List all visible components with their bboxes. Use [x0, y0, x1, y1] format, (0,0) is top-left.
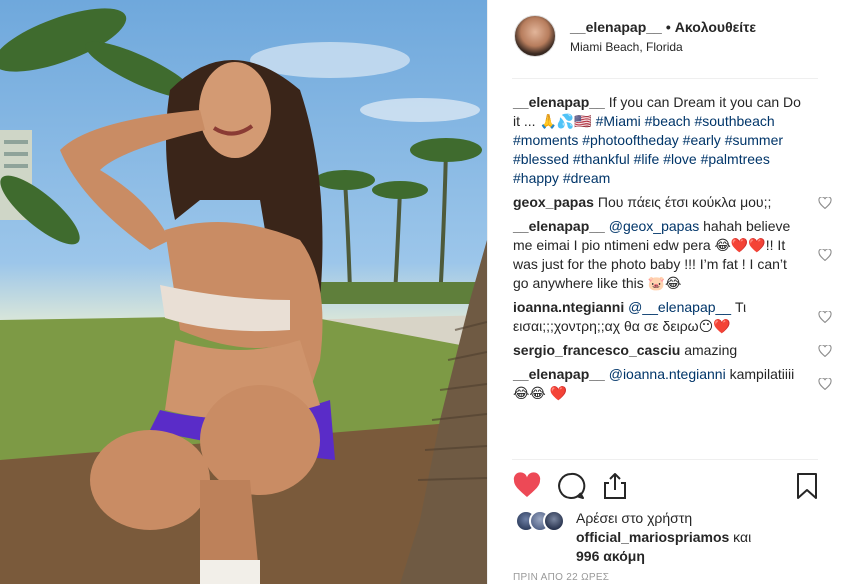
comment-like-heart-icon[interactable] [818, 196, 832, 209]
instagram-post: __elenapap__ • Ακολουθείτε Miami Beach, Fl… [0, 0, 843, 584]
comment-text: Που πάεις έτσι κούκλα μου;; [597, 194, 772, 210]
comment-text: amazing [684, 342, 738, 358]
heart-icon[interactable] [512, 471, 542, 501]
post-timestamp[interactable]: ΠΡΙΝ ΑΠΟ 22 ΩΡΕΣ [513, 572, 609, 583]
location-link[interactable]: Miami Beach, Florida [570, 40, 683, 54]
beach-photo-illustration [0, 8, 487, 584]
post-header: __elenapap__ • Ακολουθείτε Miami Beach, Fl… [512, 13, 818, 79]
comment-mention[interactable]: @__elenapap__ [628, 299, 731, 315]
avatar[interactable] [514, 15, 556, 57]
comment-icon[interactable] [556, 471, 586, 501]
comment-username[interactable]: __elenapap__ [513, 94, 605, 110]
header-username[interactable]: __elenapap__ [570, 19, 662, 35]
separator-dot: • [665, 19, 671, 35]
comment-like-heart-icon[interactable] [818, 249, 832, 261]
comment-username[interactable]: __elenapap__ [513, 366, 605, 382]
comment-username[interactable]: geox_papas [513, 194, 594, 210]
comment-like-heart-icon[interactable] [818, 311, 832, 323]
post-photo[interactable] [0, 0, 487, 584]
comment-username[interactable]: sergio_francesco_casciu [513, 342, 680, 358]
following-button[interactable]: Ακολουθείτε [675, 19, 756, 35]
likes-text: Αρέσει στο χρήστη official_mariospriamos… [576, 509, 806, 566]
likes-prefix: Αρέσει στο χρήστη [576, 510, 693, 526]
comment-item: __elenapap__ @ioanna.ntegianni kampilati… [513, 365, 832, 403]
comment-item: ioanna.ntegianni @__elenapap__ Τι εισαι;… [513, 298, 832, 336]
comment-mention[interactable]: @geox_papas [609, 218, 700, 234]
comment-list: __elenapap__ If you can Dream it you can… [513, 93, 832, 408]
comment-username[interactable]: ioanna.ntegianni [513, 299, 624, 315]
caption: __elenapap__ If you can Dream it you can… [513, 93, 813, 188]
comment-item: geox_papas Που πάεις έτσι κούκλα μου;; [513, 193, 832, 212]
bookmark-icon[interactable] [792, 471, 822, 501]
share-icon[interactable] [600, 471, 630, 501]
comment-mention[interactable]: @ioanna.ntegianni [609, 366, 726, 382]
comment-like-heart-icon[interactable] [818, 378, 832, 390]
liker-username[interactable]: official_mariospriamos [576, 529, 729, 545]
action-bar [512, 459, 818, 507]
header-line: __elenapap__ • Ακολουθείτε [570, 19, 756, 35]
post-details-panel: __elenapap__ • Ακολουθείτε Miami Beach, Fl… [487, 0, 843, 584]
likes-count[interactable]: 996 ακόμη [576, 548, 645, 564]
liker-avatars[interactable] [515, 510, 571, 532]
comment-item: sergio_francesco_casciu amazing [513, 341, 832, 360]
comment-like-heart-icon[interactable] [818, 344, 832, 357]
likes-conjunction: και [733, 529, 752, 545]
avatar[interactable] [543, 510, 565, 532]
comment-item: __elenapap__ @geox_papas hahah believe m… [513, 217, 832, 293]
comment-username[interactable]: __elenapap__ [513, 218, 605, 234]
